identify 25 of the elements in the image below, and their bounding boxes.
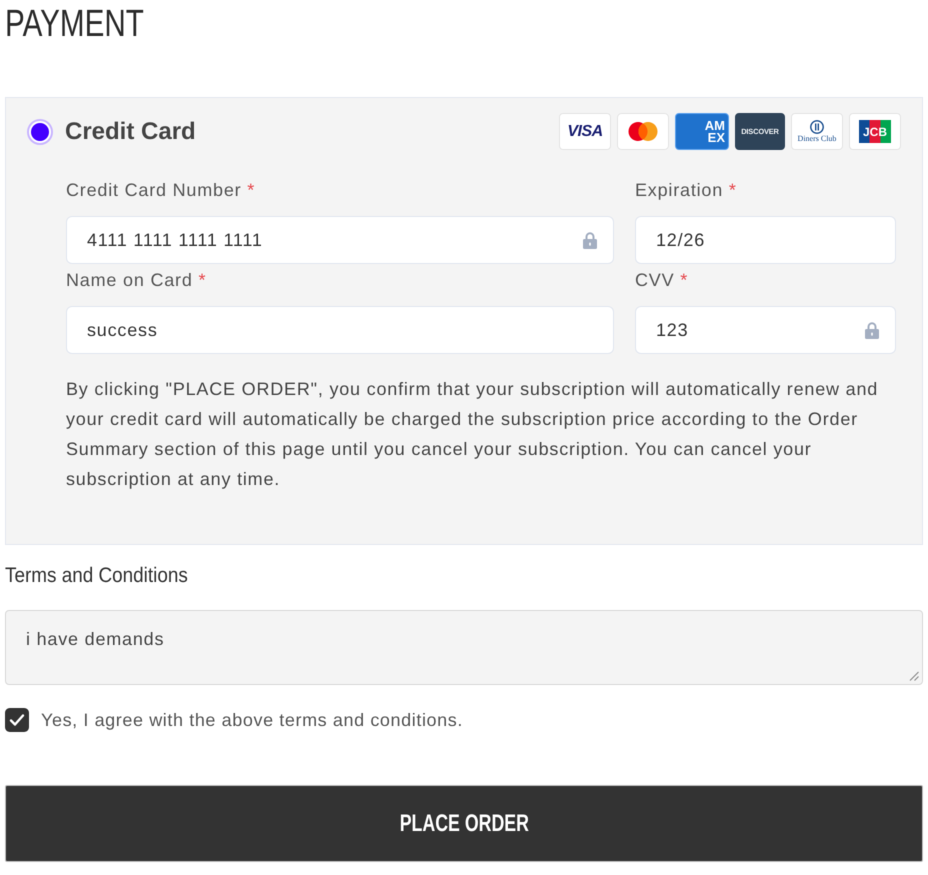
resize-handle-icon[interactable] <box>909 671 919 681</box>
radio-button[interactable] <box>27 118 53 144</box>
lock-icon <box>865 322 879 338</box>
input-field[interactable]: 123 <box>635 306 896 354</box>
input-field[interactable]: 12/26 <box>635 216 896 264</box>
field-label: Expiration * <box>635 179 737 201</box>
input-field[interactable]: 4111 1111 1111 1111 <box>66 216 614 264</box>
field-label: Name on Card * <box>66 269 206 291</box>
field-label: CVV * <box>635 269 688 291</box>
terms-heading: Terms and Conditions <box>5 564 188 588</box>
card-logo: AM EX <box>675 113 729 150</box>
checkbox[interactable] <box>5 708 29 732</box>
textarea-field[interactable]: i have demands <box>5 610 923 685</box>
subscription-notice: By clicking "PLACE ORDER", you confirm that your subscription will automatically renew and your credit card will automatically be charged the subscription price according to the Order Summary section of this page until you cancel your subscription. You can cancel your subscription at any time. <box>66 378 880 491</box>
lock-icon <box>583 232 597 248</box>
checkbox-label: Yes, I agree with the above terms and conditions. <box>41 710 463 730</box>
place-order-button[interactable]: PLACE ORDER <box>5 785 923 862</box>
input-field[interactable]: success <box>66 306 614 354</box>
overlapping-circles-icon <box>617 113 669 150</box>
page-title: PAYMENT <box>5 4 144 44</box>
field-label: Credit Card Number * <box>66 179 256 201</box>
payment-method-label: Credit Card <box>65 118 196 146</box>
logo-text: Diners Club <box>798 135 836 143</box>
circle-emblem-icon <box>810 120 824 134</box>
card-logo: VISA <box>559 113 611 150</box>
